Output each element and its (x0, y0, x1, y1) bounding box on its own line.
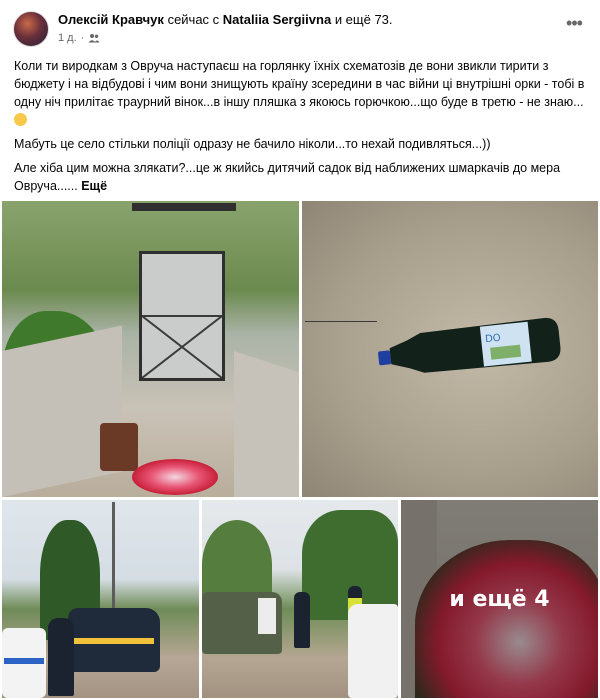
friends-icon[interactable] (88, 33, 100, 43)
author-avatar[interactable] (13, 11, 49, 47)
police-car-2 (2, 628, 46, 698)
post-meta: 1 д. · (58, 32, 100, 44)
tagged-user[interactable]: Nataliia Sergiivna (223, 12, 331, 27)
post-time[interactable]: 1 д. (58, 32, 77, 44)
photo-gate-wreath[interactable] (2, 201, 299, 497)
smile-emoji-icon (14, 113, 27, 126)
post-header: Олексій Кравчук сейчас с Nataliia Sergii… (0, 0, 600, 52)
author-name[interactable]: Олексій Кравчук (58, 12, 164, 27)
post-paragraph-3: Але хіба цим можна злякати?...це ж якийс… (14, 161, 561, 193)
post-body: Коли ти виродкам з Овруча наступаєш на г… (14, 57, 588, 199)
more-photos-overlay[interactable]: и ещё 4 (401, 500, 598, 698)
tagged-others[interactable]: и ещё 73. (335, 12, 393, 27)
more-options-icon[interactable]: ••• (562, 14, 586, 38)
with-text: сейчас с (167, 12, 220, 27)
post-paragraph-2: Мабуть це село стільки поліції одразу не… (14, 137, 491, 151)
gate (139, 251, 225, 381)
police-car (348, 604, 398, 698)
photo-police-cars[interactable] (2, 500, 199, 698)
post-header-line: Олексій Кравчук сейчас с Nataliia Sergii… (58, 12, 393, 27)
see-more-link[interactable]: Ещё (81, 179, 107, 193)
post-paragraph-1: Коли ти виродкам з Овруча наступаєш на г… (14, 57, 588, 129)
svg-text:DO: DO (485, 333, 502, 346)
photo-more-wreath[interactable]: и ещё 4 (401, 500, 598, 698)
wreath (132, 459, 218, 495)
more-photos-label: и ещё 4 (449, 586, 550, 612)
police-officer (294, 592, 310, 648)
photo-pickup-police[interactable] (202, 500, 398, 698)
police-car (68, 608, 160, 672)
police-officer (48, 618, 74, 696)
